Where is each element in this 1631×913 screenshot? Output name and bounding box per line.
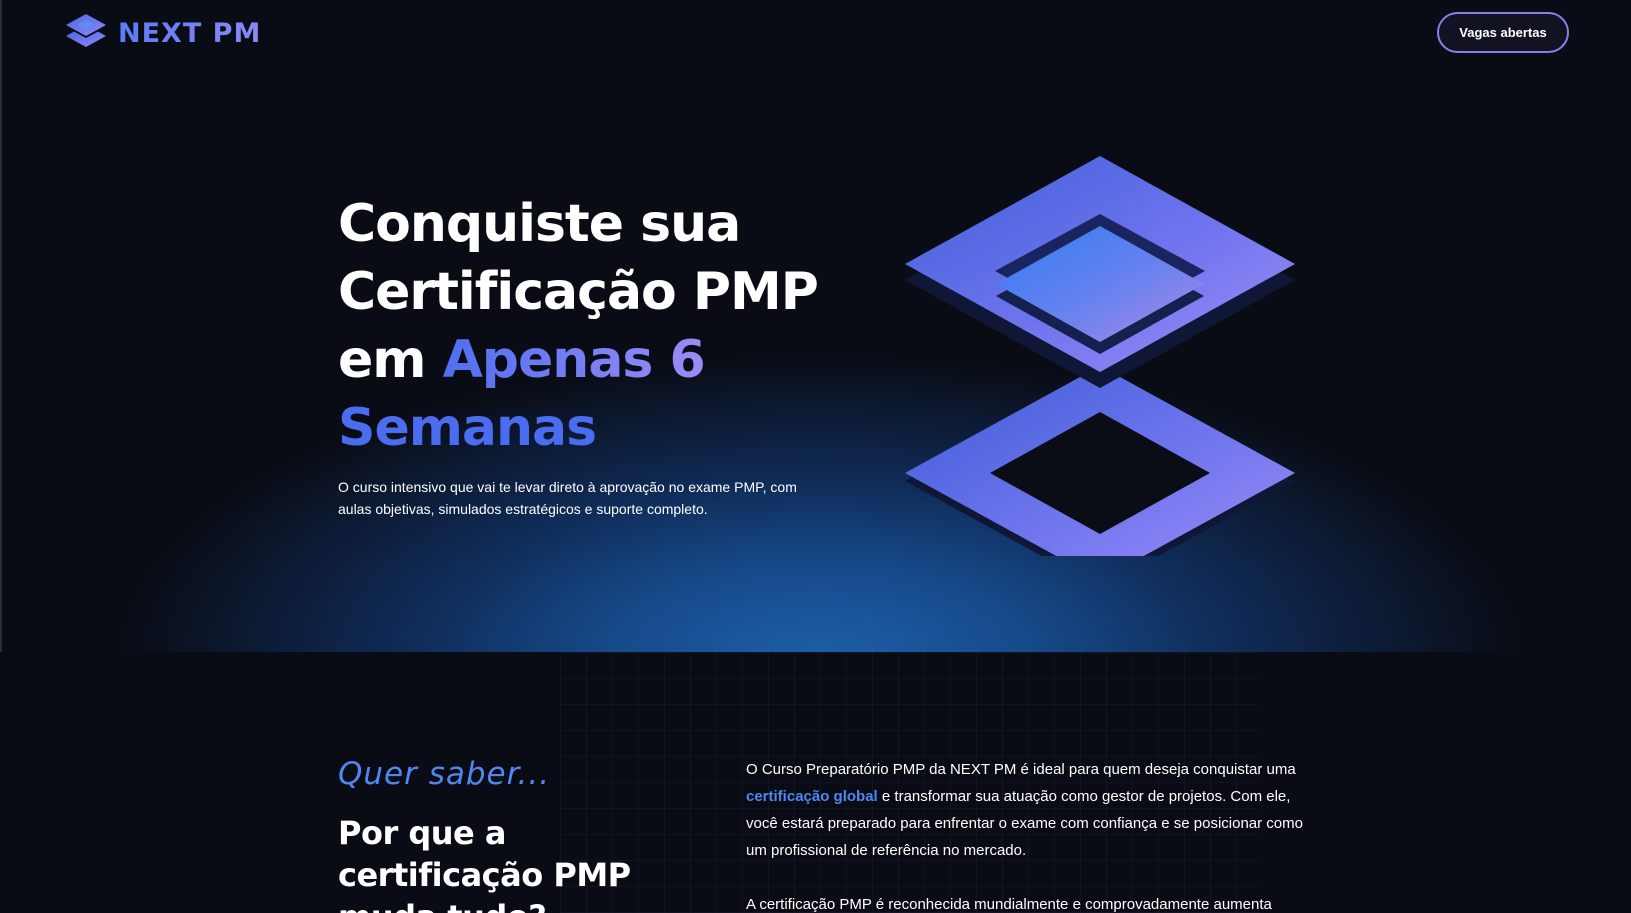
hero-title-em: em: [338, 330, 426, 390]
hero-section: Conquiste sua Certificação PMP em Apenas…: [0, 66, 1631, 652]
stacked-layers-icon: [905, 156, 1295, 556]
hero-subtitle: O curso intensivo que vai te levar diret…: [338, 479, 797, 517]
paragraph1-before: O Curso Preparatório PMP da NEXT PM é id…: [746, 761, 1296, 778]
body-paragraph-2: A certificação PMP é reconhecida mundial…: [746, 896, 1272, 913]
navbar: NEXT PM Vagas abertas: [0, 0, 1631, 66]
brand-name: NEXT PM: [118, 17, 262, 49]
brand-logo[interactable]: NEXT PM: [64, 12, 261, 54]
hero-title-accent: Apenas 6: [442, 330, 706, 390]
why-pmp-section: Quer saber... Por que a certificação PMP…: [0, 652, 1631, 913]
section-title: Por que a certificação PMP muda tudo?: [338, 814, 631, 913]
hero-title-line2: Certificação PMP: [338, 262, 819, 322]
global-certification-link[interactable]: certificação global: [746, 788, 878, 805]
section-body: O Curso Preparatório PMP da NEXT PM é id…: [746, 756, 1306, 913]
section-kicker: Quer saber...: [338, 756, 551, 792]
layers-icon: [66, 14, 106, 47]
body-paragraph-1: O Curso Preparatório PMP da NEXT PM é id…: [746, 756, 1306, 864]
landing-page: NEXT PM Vagas abertas Conquiste sua Cert…: [0, 0, 1631, 913]
hero-title-line1: Conquiste sua: [338, 194, 741, 254]
hero-title: Conquiste sua Certificação PMP em Apenas…: [338, 190, 878, 462]
open-positions-button[interactable]: Vagas abertas: [1437, 12, 1569, 53]
hero-title-accent-weeks: Semanas: [338, 398, 597, 458]
